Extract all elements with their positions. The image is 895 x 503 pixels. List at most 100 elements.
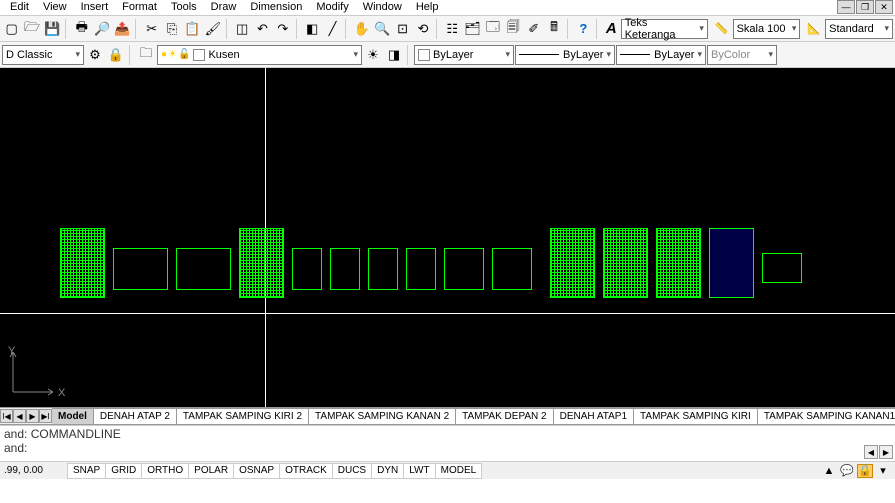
command-history-line: and: COMMANDLINE: [4, 427, 891, 441]
menu-draw[interactable]: Draw: [205, 0, 245, 15]
layout-tab-tampak-samping-kanan-2[interactable]: TAMPAK SAMPING KANAN 2: [308, 408, 456, 424]
menu-format[interactable]: Format: [116, 0, 165, 15]
layer-color-swatch: [193, 49, 205, 61]
tp-icon[interactable]: 🗔: [483, 19, 502, 39]
status-toggle-model[interactable]: MODEL: [435, 463, 483, 479]
status-toggle-osnap[interactable]: OSNAP: [233, 463, 280, 479]
cmd-scroll-right[interactable]: ▶: [879, 445, 893, 459]
new-icon[interactable]: ▢: [2, 19, 21, 39]
markup-icon[interactable]: ✐: [524, 19, 543, 39]
ucs-x-label: X: [58, 387, 65, 399]
tab-nav-next[interactable]: ▶: [26, 409, 39, 423]
zoom-win-icon[interactable]: ⊡: [393, 19, 412, 39]
color-combo[interactable]: ByLayer: [414, 45, 514, 65]
status-toggle-grid[interactable]: GRID: [105, 463, 142, 479]
tab-nav-last[interactable]: ▶I: [39, 409, 52, 423]
status-toggle-snap[interactable]: SNAP: [67, 463, 106, 479]
cut-icon[interactable]: ✂: [142, 19, 161, 39]
menu-tools[interactable]: Tools: [165, 0, 205, 15]
text-style-combo[interactable]: Teks Keteranga: [621, 19, 708, 39]
status-toggle-ortho[interactable]: ORTHO: [141, 463, 189, 479]
minimize-button[interactable]: —: [837, 0, 855, 14]
plotstyle-combo[interactable]: ByColor: [707, 45, 777, 65]
maximize-button[interactable]: ❐: [856, 0, 874, 14]
layer-states-icon[interactable]: ☀: [363, 45, 383, 65]
tray-chevron-icon[interactable]: ▾: [875, 464, 891, 478]
status-toggle-otrack[interactable]: OTRACK: [279, 463, 333, 479]
preview-icon[interactable]: 🔎: [92, 19, 111, 39]
redo-icon[interactable]: ↷: [273, 19, 292, 39]
layout-tab-tampak-samping-kiri-2[interactable]: TAMPAK SAMPING KIRI 2: [176, 408, 309, 424]
layout-tab-tampak-samping-kiri[interactable]: TAMPAK SAMPING KIRI: [633, 408, 758, 424]
paste-icon[interactable]: 📋: [183, 19, 202, 39]
drawing-area[interactable]: Y X: [0, 68, 895, 407]
scale-icon: 📏: [715, 22, 729, 35]
calc-icon[interactable]: 🖩: [544, 19, 563, 39]
tray-balloon-icon[interactable]: 💬: [839, 464, 855, 478]
status-toggle-ducs[interactable]: DUCS: [332, 463, 372, 479]
menu-view[interactable]: View: [37, 0, 75, 15]
layout-tab-denah-atap1[interactable]: DENAH ATAP1: [553, 408, 634, 424]
scale-combo[interactable]: Skala 100: [733, 19, 801, 39]
status-toggle-lwt[interactable]: LWT: [403, 463, 435, 479]
layer-mgr-icon[interactable]: 🗀: [136, 45, 156, 65]
tray-annoscale-icon[interactable]: ▲: [821, 464, 837, 478]
linetype-preview: [519, 54, 559, 55]
tray-lock-icon[interactable]: 🔒: [857, 464, 873, 478]
layout-tab-tampak-samping-kanan1[interactable]: TAMPAK SAMPING KANAN1: [757, 408, 895, 424]
workspace-lock-icon[interactable]: 🔒: [106, 45, 126, 65]
menu-window[interactable]: Window: [357, 0, 410, 15]
dim-icon: 📐: [807, 22, 821, 35]
menu-help[interactable]: Help: [410, 0, 447, 15]
status-toggle-polar[interactable]: POLAR: [188, 463, 234, 479]
ucs-icon: [8, 347, 58, 397]
layer-freeze-icon: ☀: [168, 49, 177, 60]
annotation-icon: A: [603, 20, 620, 37]
workspace-settings-icon[interactable]: ⚙: [85, 45, 105, 65]
block-icon[interactable]: ◫: [232, 19, 251, 39]
close-button[interactable]: ✕: [875, 0, 893, 14]
coordinates-display[interactable]: .99, 0.00: [0, 465, 68, 476]
menu-bar: Edit View Insert Format Tools Draw Dimen…: [0, 0, 895, 16]
print-icon[interactable]: 🖶: [72, 19, 91, 39]
command-prompt[interactable]: and:: [4, 441, 891, 455]
zoom-prev-icon[interactable]: ⟲: [413, 19, 432, 39]
layer-prev-icon[interactable]: ◨: [384, 45, 404, 65]
bylayer-color-swatch: [418, 49, 430, 61]
copy-icon[interactable]: ⎘: [162, 19, 181, 39]
props-icon[interactable]: ☷: [442, 19, 461, 39]
undo-icon[interactable]: ↶: [253, 19, 272, 39]
layer-combo[interactable]: ● ☀ 🔓 Kusen: [157, 45, 362, 65]
menu-modify[interactable]: Modify: [310, 0, 356, 15]
linetype-combo[interactable]: ByLayer: [515, 45, 615, 65]
standard-toolbar: ▢ 🗁 💾 🖶 🔎 📤 ✂ ⎘ 📋 🖌 ◫ ↶ ↷ ◧ ╱ ✋ 🔍 ⊡ ⟲ ☷ …: [0, 16, 895, 42]
layout-tab-tampak-depan-2[interactable]: TAMPAK DEPAN 2: [455, 408, 553, 424]
tab-nav-prev[interactable]: ◀: [13, 409, 26, 423]
layout-tab-denah-atap-2[interactable]: DENAH ATAP 2: [93, 408, 177, 424]
status-toggle-dyn[interactable]: DYN: [371, 463, 404, 479]
eraser-icon[interactable]: ◧: [302, 19, 321, 39]
cmd-scroll-left[interactable]: ◀: [864, 445, 878, 459]
save-icon[interactable]: 💾: [43, 19, 62, 39]
pan-icon[interactable]: ✋: [352, 19, 371, 39]
match-icon[interactable]: 🖌: [203, 19, 222, 39]
menu-edit[interactable]: Edit: [4, 0, 37, 15]
dc-icon[interactable]: 🗂: [463, 19, 482, 39]
open-icon[interactable]: 🗁: [22, 19, 41, 39]
help-icon[interactable]: ?: [574, 19, 593, 39]
sheet-icon[interactable]: 🗐: [504, 19, 523, 39]
crosshair-horizontal: [0, 313, 895, 314]
layout-tab-model[interactable]: Model: [52, 408, 94, 424]
layer-on-icon: ●: [161, 49, 167, 60]
zoom-rt-icon[interactable]: 🔍: [372, 19, 391, 39]
menu-dimension[interactable]: Dimension: [244, 0, 310, 15]
lineweight-combo[interactable]: ByLayer: [616, 45, 706, 65]
lineweight-preview: [620, 54, 650, 55]
menu-insert[interactable]: Insert: [75, 0, 117, 15]
tab-nav-first[interactable]: I◀: [0, 409, 13, 423]
line-icon[interactable]: ╱: [323, 19, 342, 39]
command-window[interactable]: and: COMMANDLINE and: ◀ ▶: [0, 425, 895, 461]
workspace-combo[interactable]: D Classic: [2, 45, 84, 65]
publish-icon[interactable]: 📤: [113, 19, 132, 39]
dimstyle-combo[interactable]: Standard: [825, 19, 893, 39]
